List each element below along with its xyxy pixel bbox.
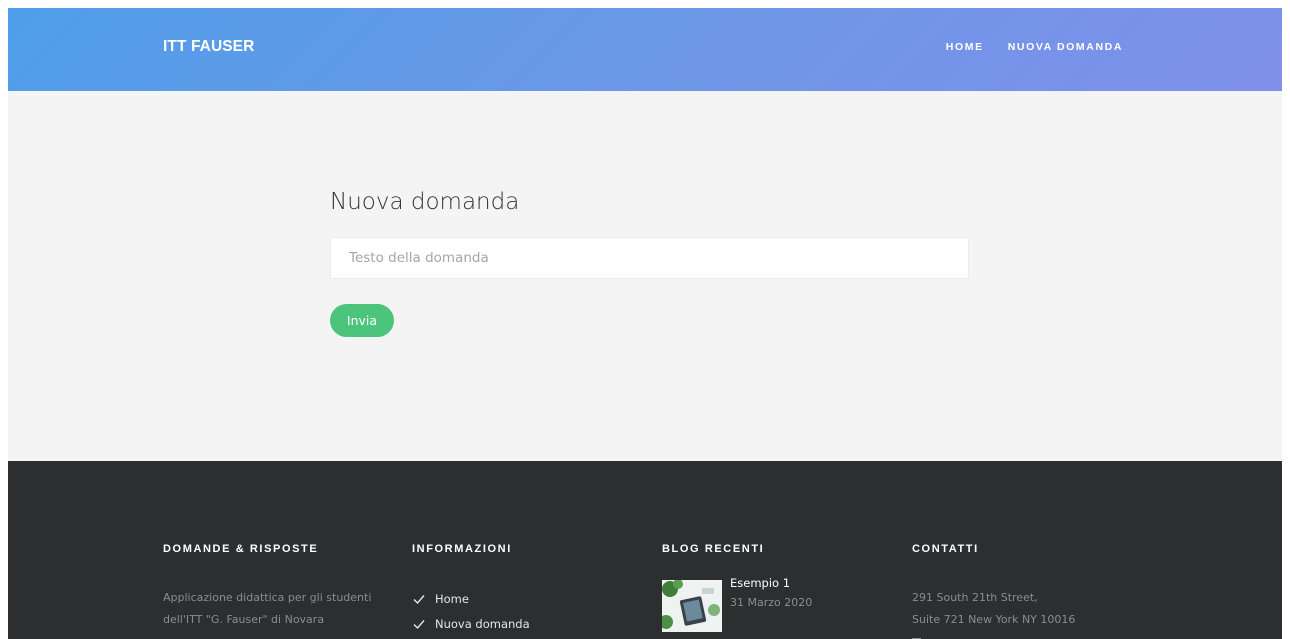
blog-thumbnail-image[interactable] — [662, 580, 722, 632]
brand-logo-link[interactable]: ITT FAUSER — [163, 38, 254, 56]
footer: DOMANDE & RISPOSTE Applicazione didattic… — [8, 461, 1282, 639]
footer-blog-column: BLOG RECENTI Esempio 1 31 Marzo 2020 — [662, 543, 812, 632]
contact-address-line2: Suite 721 New York NY 10016 — [912, 613, 1076, 626]
footer-info-title: INFORMAZIONI — [412, 543, 512, 555]
contact-address: 291 South 21th Street, Suite 721 New Yor… — [912, 587, 1075, 639]
question-text-input[interactable] — [330, 237, 969, 279]
footer-links-list: Home Nuova domanda — [412, 586, 530, 636]
blog-post-info: Esempio 1 31 Marzo 2020 — [730, 576, 812, 632]
top-navbar: ITT FAUSER HOME NUOVA DOMANDA — [8, 8, 1282, 91]
footer-link-nuova-domanda[interactable]: Nuova domanda — [435, 617, 530, 631]
footer-link-item: Nuova domanda — [412, 611, 530, 636]
nav-link-nuova-domanda[interactable]: NUOVA DOMANDA — [1008, 41, 1123, 53]
footer-link-item: Home — [412, 586, 530, 611]
footer-link-home[interactable]: Home — [435, 592, 469, 606]
contact-address-line1: 291 South 21th Street, — [912, 591, 1038, 604]
submit-button[interactable]: Invia — [330, 304, 394, 337]
check-icon — [413, 594, 425, 604]
page-title: Nuova domanda — [330, 189, 520, 215]
footer-about-text: Applicazione didattica per gli studenti … — [163, 591, 372, 626]
footer-info-column: INFORMAZIONI Home Nuova domanda — [412, 543, 530, 636]
page: ITT FAUSER HOME NUOVA DOMANDA Nuova doma… — [8, 8, 1282, 639]
footer-about-title: DOMANDE & RISPOSTE — [163, 543, 319, 555]
blog-post-date: 31 Marzo 2020 — [730, 596, 813, 609]
main-content: Nuova domanda Invia — [8, 91, 1282, 461]
main-nav: HOME NUOVA DOMANDA — [946, 41, 1123, 53]
footer-contacts-title: CONTATTI — [912, 543, 979, 555]
nav-link-home[interactable]: HOME — [946, 41, 984, 53]
check-icon — [413, 619, 425, 629]
footer-about-column: DOMANDE & RISPOSTE Applicazione didattic… — [163, 543, 393, 631]
footer-blog-title: BLOG RECENTI — [662, 543, 765, 555]
blog-thumbnail-graphic — [662, 580, 722, 632]
footer-contacts-column: CONTATTI 291 South 21th Street, Suite 72… — [912, 543, 1075, 639]
blog-post-title[interactable]: Esempio 1 — [730, 576, 812, 590]
blog-post-item: Esempio 1 31 Marzo 2020 — [662, 576, 812, 632]
